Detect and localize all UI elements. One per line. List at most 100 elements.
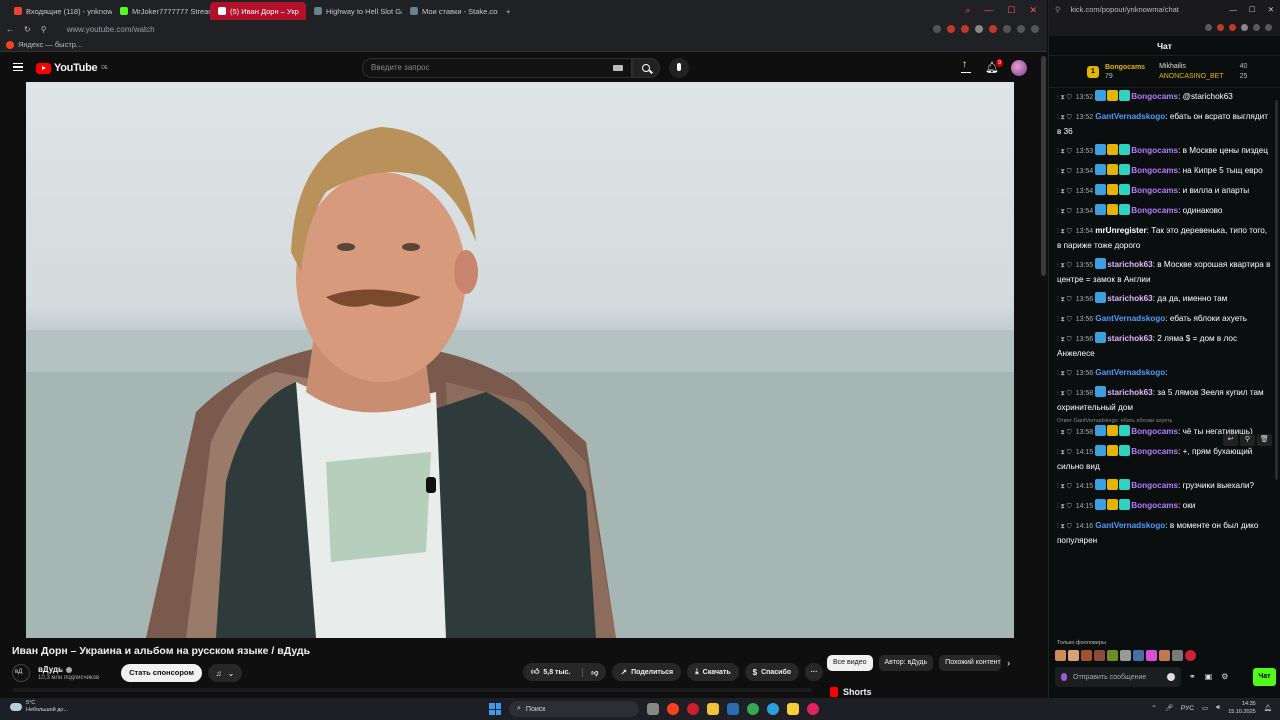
chat-username[interactable]: GantVernadskogo	[1095, 314, 1165, 323]
youtube-logo[interactable]: YouTube DE	[36, 62, 108, 74]
thanks-button[interactable]: $ Спасибо	[744, 663, 800, 681]
subscription-bell-button[interactable]: ♫ ⌄	[207, 664, 242, 682]
site-info-icon[interactable]: ⚲	[1055, 5, 1061, 14]
chat-username[interactable]: Bongocams	[1131, 501, 1178, 510]
url-field[interactable]: www.youtube.com/watch	[67, 25, 155, 34]
chat-message[interactable]: ⫶ ⧗ ⛉ 13:58 starichok63: за 5 лямов Зееля …	[1057, 386, 1272, 415]
close-icon[interactable]: ✕	[1268, 5, 1274, 14]
emote-icon[interactable]	[1055, 650, 1066, 661]
chat-message[interactable]: ⫶ ⧗ ⛉ 14:15 Bongocams: оки	[1057, 499, 1272, 514]
chat-username[interactable]: starichok63	[1107, 260, 1153, 269]
mod-tools-icon[interactable]: ⫶ ⧗ ⛉	[1057, 114, 1072, 121]
chat-username[interactable]: starichok63	[1107, 294, 1153, 303]
emote-icon[interactable]	[1185, 650, 1196, 661]
tab-gmail[interactable]: Входящие (118) - ynknow	[6, 2, 112, 20]
back-icon[interactable]: ←	[6, 25, 14, 34]
mod-tools-icon[interactable]: ⫶ ⧗ ⛉	[1057, 228, 1072, 235]
maximize-icon[interactable]: ☐	[1249, 5, 1256, 14]
channel-avatar[interactable]	[12, 664, 30, 682]
extension-icon[interactable]	[1205, 23, 1212, 31]
search-button[interactable]	[632, 58, 660, 78]
chat-message[interactable]: ⫶ ⧗ ⛉ 14:15 Bongocams: грузчики выехали?	[1057, 479, 1272, 494]
mod-tools-icon[interactable]: ⫶ ⧗ ⛉	[1057, 94, 1072, 101]
reply-icon[interactable]: ↩	[1223, 434, 1238, 446]
taskbar-search[interactable]: ⌕ Поиск	[509, 701, 639, 717]
top-gifter[interactable]: Bongocams 79	[1105, 63, 1145, 81]
chat-username[interactable]: starichok63	[1107, 334, 1153, 343]
profile-icon[interactable]	[1017, 25, 1025, 33]
tab-stake-bets[interactable]: Мои ставки - Stake.com	[402, 2, 498, 20]
notifications-bell-icon[interactable]: 🔔︎ 9	[985, 59, 1003, 74]
emoji-icon[interactable]	[1167, 673, 1175, 681]
chat-username[interactable]: GantVernadskogo	[1095, 368, 1165, 377]
mod-tools-icon[interactable]: ⫶ ⧗ ⛉	[1057, 449, 1072, 456]
mod-tools-icon[interactable]: ⫶ ⧗ ⛉	[1057, 296, 1072, 303]
emote-icon[interactable]	[1172, 650, 1183, 661]
yandex-browser-icon[interactable]	[667, 703, 679, 715]
store-icon[interactable]	[727, 703, 739, 715]
chevron-right-icon[interactable]: ›	[1007, 658, 1010, 668]
chat-message[interactable]: ⫶ ⧗ ⛉ 13:52 Bongocams: @starichok63	[1057, 90, 1272, 105]
mod-tools-icon[interactable]: ⫶ ⧗ ⛉	[1057, 390, 1072, 397]
chat-username[interactable]: Bongocams	[1131, 206, 1178, 215]
chat-message[interactable]: ⫶ ⧗ ⛉ 13:54 Bongocams: на Кипре 5 тыщ евро	[1057, 164, 1272, 179]
mic-icon[interactable]	[1061, 673, 1067, 681]
chat-message[interactable]: ⫶ ⧗ ⛉ 13:56 GantVernadskogo:	[1057, 366, 1272, 381]
mod-tools-icon[interactable]: ⫶ ⧗ ⛉	[1057, 262, 1072, 269]
chat-message[interactable]: ⫶ ⧗ ⛉ 13:52 GantVernadskogo: ебать он всра…	[1057, 110, 1272, 139]
chat-message[interactable]: ⫶ ⧗ ⛉ 13:55 starichok63: в Москве хорошая …	[1057, 258, 1272, 287]
extension-icon[interactable]	[1241, 23, 1248, 31]
filter-all[interactable]: Все видео	[827, 655, 873, 671]
chat-message[interactable]: ⫶ ⧗ ⛉ 13:56 GantVernadskogo: ебать яблоки …	[1057, 312, 1272, 327]
chat-message[interactable]: ⫶ ⧗ ⛉ 13:54 Bongocams: одинаково	[1057, 204, 1272, 219]
maximize-icon[interactable]: ☐	[1007, 5, 1015, 16]
chat-scrollbar[interactable]	[1275, 100, 1278, 480]
video-player[interactable]	[26, 82, 1014, 638]
tab-stake-slot[interactable]: Highway to Hell Slot Gam	[306, 2, 402, 20]
extension-icon[interactable]	[1265, 23, 1272, 31]
chat-username[interactable]: GantVernadskogo	[1095, 112, 1165, 121]
chat-message[interactable]: ⫶ ⧗ ⛉ 13:54 mrUnregister: Так это деревень…	[1057, 224, 1272, 253]
file-explorer-icon[interactable]	[707, 703, 719, 715]
extension-icon[interactable]	[961, 25, 969, 33]
opera-icon[interactable]	[687, 703, 699, 715]
minimize-icon[interactable]: —	[984, 5, 993, 16]
opera-gx-icon[interactable]	[807, 703, 819, 715]
pin-icon[interactable]: ⚲	[1240, 434, 1255, 446]
chat-message[interactable]: ⫶ ⧗ ⛉ 13:54 Bongocams: и вилла и апарты	[1057, 184, 1272, 199]
extension-icon[interactable]	[989, 25, 997, 33]
dislike-icon[interactable]: 👎︎	[582, 667, 598, 677]
emote-icon[interactable]	[1133, 650, 1144, 661]
download-icon[interactable]	[1003, 25, 1011, 33]
sponsor-button[interactable]: Стать спонсором	[121, 664, 202, 682]
link-icon[interactable]: ⚭	[1189, 672, 1196, 681]
chat-username[interactable]: Bongocams	[1131, 166, 1178, 175]
chat-username[interactable]: Bongocams	[1131, 447, 1178, 456]
mod-tools-icon[interactable]: ⫶ ⧗ ⛉	[1057, 503, 1072, 510]
search-input[interactable]: Введите запрос	[362, 58, 632, 78]
extension-icon[interactable]	[1253, 23, 1260, 31]
notification-center-icon[interactable]: 🔔︎	[1264, 704, 1272, 712]
chrome-icon[interactable]	[747, 703, 759, 715]
mic-icon[interactable]: 🎤︎	[1165, 704, 1173, 712]
mod-tools-icon[interactable]: ⫶ ⧗ ⛉	[1057, 168, 1072, 175]
windows-start-icon[interactable]	[489, 703, 501, 715]
filter-related[interactable]: Похожий контент	[939, 655, 1002, 671]
sticky-notes-icon[interactable]	[787, 703, 799, 715]
extension-icon[interactable]	[933, 25, 941, 33]
chat-username[interactable]: Bongocams	[1131, 92, 1178, 101]
mod-tools-icon[interactable]: ⫶ ⧗ ⛉	[1057, 429, 1072, 436]
channel-name[interactable]: вДудь	[38, 665, 99, 674]
emote-icon[interactable]	[1068, 650, 1079, 661]
emote-icon[interactable]	[1120, 650, 1131, 661]
tab-youtube[interactable]: (5) Иван Дорн – Укр	[210, 2, 306, 20]
weather-widget[interactable]: 5°C Небольшой до...	[10, 700, 68, 714]
send-chat-button[interactable]: Чат	[1253, 668, 1276, 686]
hamburger-menu-icon[interactable]	[13, 63, 23, 71]
telegram-icon[interactable]	[767, 703, 779, 715]
chat-username[interactable]: Bongocams	[1131, 146, 1178, 155]
emote-icon[interactable]	[1081, 650, 1092, 661]
mod-tools-icon[interactable]: ⫶ ⧗ ⛉	[1057, 523, 1072, 530]
network-icon[interactable]: ▭	[1202, 704, 1208, 712]
chat-username[interactable]: Bongocams	[1131, 427, 1178, 436]
